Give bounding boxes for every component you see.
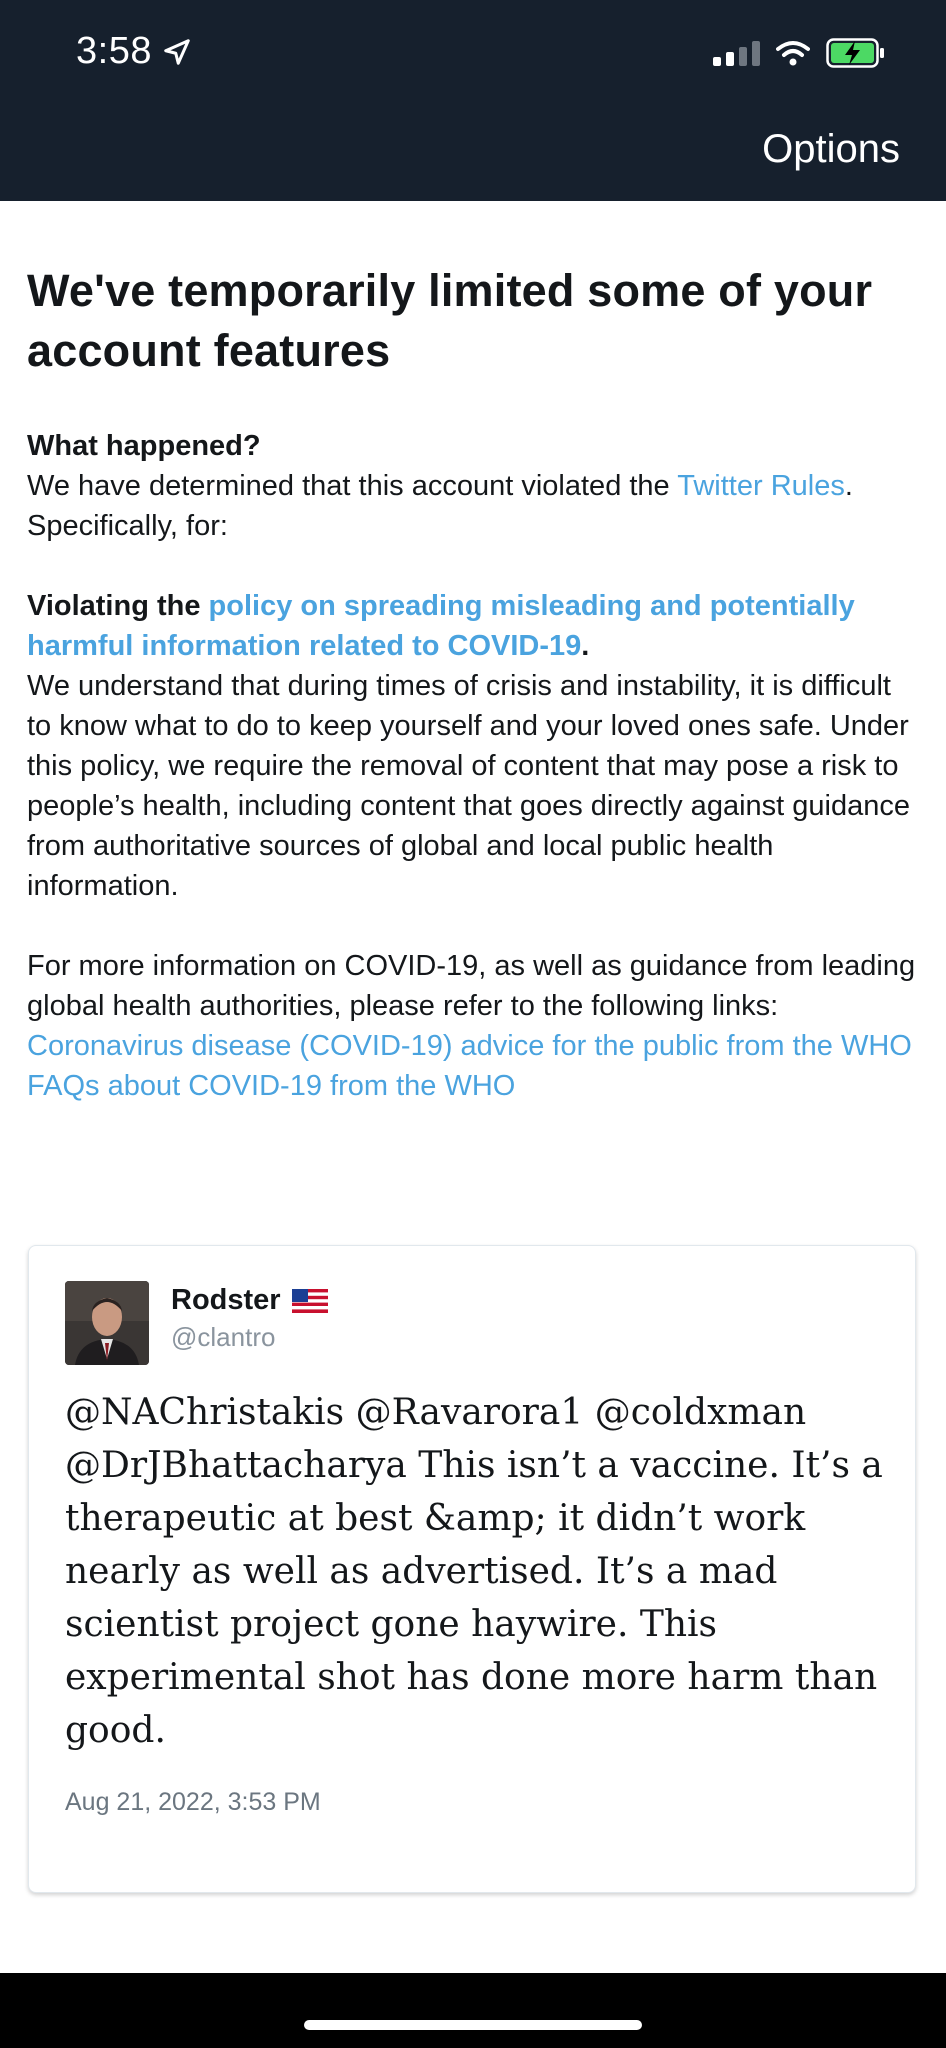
tweet-timestamp: Aug 21, 2022, 3:53 PM xyxy=(65,1788,321,1816)
what-happened-heading: What happened? xyxy=(27,430,261,462)
us-flag-icon xyxy=(291,1289,328,1314)
tweet-author-handle[interactable]: @clantro xyxy=(171,1322,275,1353)
tweet-text: @NAChristakis @Ravarora1 @coldxman @DrJB… xyxy=(65,1392,883,1751)
home-indicator[interactable] xyxy=(304,2020,642,2030)
options-button[interactable]: Options xyxy=(762,127,900,172)
tweet-author-name[interactable]: Rodster xyxy=(171,1284,328,1317)
violation-summary: We have determined that this account vio… xyxy=(27,466,922,546)
notice-content: We've temporarily limited some of your a… xyxy=(27,201,922,1106)
determined-text: We have determined that this account vio… xyxy=(27,470,678,502)
location-arrow-icon xyxy=(164,38,190,65)
violation-detail: Violating the policy on spreading mislea… xyxy=(27,586,922,906)
who-advice-link[interactable]: Coronavirus disease (COVID-19) advice fo… xyxy=(27,1030,912,1062)
more-info-section: For more information on COVID-19, as wel… xyxy=(27,946,922,1106)
determined-end: . xyxy=(844,470,853,502)
avatar-photo xyxy=(65,1281,149,1365)
twitter-rules-link[interactable]: Twitter Rules xyxy=(677,470,845,502)
more-info-text: For more information on COVID-19, as wel… xyxy=(27,950,916,1022)
tweet-card: Rodster @clantro @NAChristakis @Ravarora… xyxy=(28,1245,916,1893)
top-bar: 3:58 Options xyxy=(0,0,946,201)
tweet-author-name-text: Rodster xyxy=(171,1284,281,1316)
who-faq-link[interactable]: FAQs about COVID-19 from the WHO xyxy=(27,1070,515,1102)
status-time-text: 3:58 xyxy=(76,30,152,72)
wifi-icon xyxy=(776,41,810,66)
page-title: We've temporarily limited some of your a… xyxy=(27,265,873,376)
specifically-text: Specifically, for: xyxy=(27,510,228,542)
battery-charging-icon xyxy=(826,38,884,68)
status-icons xyxy=(713,38,886,68)
avatar xyxy=(65,1281,149,1365)
cellular-signal-icon xyxy=(713,40,760,66)
violating-prefix: Violating the xyxy=(27,590,209,622)
status-time: 3:58 xyxy=(76,30,192,73)
bottom-bar xyxy=(0,1973,946,2048)
policy-end: . xyxy=(581,630,590,662)
policy-explanation: We understand that during times of crisi… xyxy=(27,670,910,902)
